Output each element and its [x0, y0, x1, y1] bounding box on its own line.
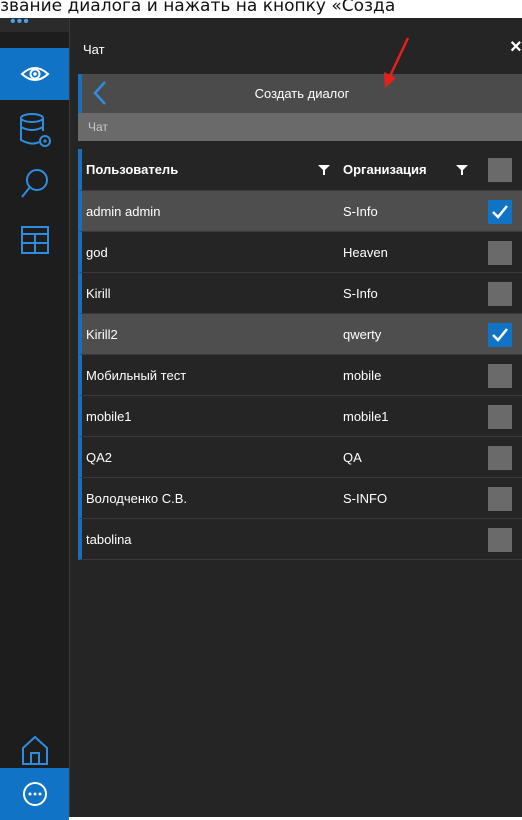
user-name-cell: QA2 — [86, 450, 113, 465]
instruction-text: звание диалога и нажать на кнопку «Созда — [0, 0, 396, 16]
more-icon — [22, 782, 47, 806]
table-header: Пользователь Организация — [78, 149, 522, 191]
row-checkbox[interactable] — [488, 528, 512, 552]
table-row[interactable]: admin admin S-Info — [78, 191, 522, 232]
table-row[interactable]: god Heaven — [78, 232, 522, 273]
row-checkbox[interactable] — [488, 446, 512, 470]
organization-cell: QA — [343, 450, 362, 465]
organization-cell: qwerty — [343, 327, 382, 342]
row-checkbox[interactable] — [488, 405, 512, 429]
organization-cell: Heaven — [343, 245, 388, 260]
organization-cell: S-Info — [343, 204, 378, 219]
dialog-title: Создать диалог — [254, 86, 350, 101]
organization-cell: mobile — [343, 368, 382, 383]
table-row[interactable]: Kirill S-Info — [78, 273, 522, 314]
panel-header: Чат × — [70, 18, 522, 74]
checkmark-icon — [492, 328, 508, 342]
sidebar-item-view[interactable] — [0, 48, 69, 100]
sidebar: ••• — [0, 13, 69, 820]
user-name-cell: god — [86, 245, 108, 260]
annotation-arrow — [384, 37, 410, 88]
user-name-cell: admin admin — [86, 204, 161, 219]
table-row[interactable]: mobile1 mobile1 — [78, 396, 522, 437]
table-row[interactable]: Володченко С.В. S-INFO — [78, 478, 522, 519]
table-row[interactable]: QA2 QA — [78, 437, 522, 478]
table-row[interactable]: tabolina — [78, 519, 522, 560]
user-name-cell: Володченко С.В. — [86, 491, 188, 506]
user-name-cell: mobile1 — [86, 409, 132, 424]
organization-cell: S-Info — [343, 286, 378, 301]
chat-name-input[interactable]: Чат — [78, 113, 522, 141]
sidebar-item-layout[interactable] — [0, 214, 69, 266]
user-name-cell: Kirill — [86, 286, 111, 301]
sidebar-item-database[interactable] — [0, 104, 69, 156]
table-row[interactable]: Мобильный тест mobile — [78, 355, 522, 396]
column-header-org[interactable]: Организация — [343, 162, 427, 177]
user-name-cell: Kirill2 — [86, 327, 118, 342]
row-checkbox[interactable] — [488, 323, 512, 347]
eye-icon — [20, 67, 49, 81]
row-checkbox[interactable] — [488, 241, 512, 265]
organization-cell: mobile1 — [343, 409, 389, 424]
dots-icon[interactable]: ••• — [10, 13, 30, 31]
sidebar-item-search[interactable] — [0, 158, 69, 210]
users-table: Пользователь Организация admin admin S-In… — [78, 149, 522, 560]
close-button[interactable]: × — [510, 36, 522, 59]
select-all-checkbox[interactable] — [488, 158, 512, 182]
user-name-cell: tabolina — [86, 532, 132, 547]
dialog-titlebar: Создать диалог — [78, 74, 522, 113]
layout-icon — [20, 226, 49, 254]
row-checkbox[interactable] — [488, 364, 512, 388]
database-settings-icon — [19, 113, 51, 147]
filter-icon[interactable] — [318, 164, 330, 176]
filter-icon[interactable] — [456, 164, 468, 176]
panel-title: Чат — [83, 42, 105, 57]
table-row[interactable]: Kirill2 qwerty — [78, 314, 522, 355]
home-icon — [21, 735, 48, 765]
row-checkbox[interactable] — [488, 487, 512, 511]
sidebar-top-strip: ••• — [0, 13, 69, 32]
organization-cell: S-INFO — [343, 491, 388, 506]
user-name-cell: Мобильный тест — [86, 368, 187, 383]
search-icon — [20, 169, 48, 198]
row-checkbox[interactable] — [488, 200, 512, 224]
sidebar-item-more[interactable] — [0, 768, 69, 820]
checkmark-icon — [492, 205, 508, 219]
row-checkbox[interactable] — [488, 282, 512, 306]
chat-panel: Чат × Создать диалог Чат Пользователь Ор… — [70, 18, 522, 817]
column-header-user[interactable]: Пользователь — [86, 162, 178, 177]
